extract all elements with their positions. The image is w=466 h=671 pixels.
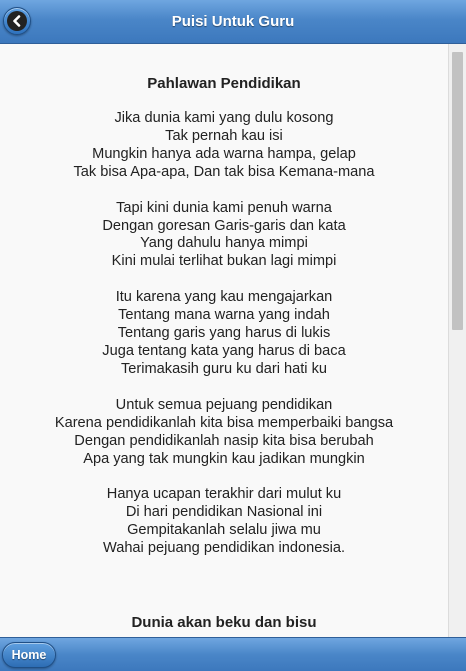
poem-2: Dunia akan beku dan bisu xyxy=(0,614,448,632)
back-button[interactable] xyxy=(3,7,31,35)
poem-line: Karena pendidikanlah kita bisa memperbai… xyxy=(54,414,394,431)
poem-stanza: Jika dunia kami yang dulu kosong Tak per… xyxy=(0,110,448,182)
vertical-scrollbar[interactable] xyxy=(448,44,466,637)
poem-line: Untuk semua pejuang pendidikan xyxy=(115,396,333,413)
content-area[interactable]: Pahlawan Pendidikan Jika dunia kami yang… xyxy=(0,44,448,637)
poem-line: Jika dunia kami yang dulu kosong xyxy=(114,110,334,126)
home-button[interactable]: Home xyxy=(2,642,56,668)
footer-bar: Home xyxy=(0,637,466,671)
app-window: Puisi Untuk Guru Pahlawan Pendidikan Jik… xyxy=(0,0,466,671)
page-title: Puisi Untuk Guru xyxy=(171,13,295,30)
poem-line: Dengan pendidikanlah nasip kita bisa ber… xyxy=(74,432,374,449)
scrollbar-thumb[interactable] xyxy=(452,52,463,330)
poem-line: Tak bisa Apa-apa, Dan tak bisa Kemana-ma… xyxy=(73,163,375,180)
poem-line: Apa yang tak mungkin kau jadikan mungkin xyxy=(83,450,365,467)
chevron-left-icon xyxy=(7,11,27,31)
poem-line: Wahai pejuang pendidikan indonesia. xyxy=(102,540,346,557)
poem-line: Tentang garis yang harus di lukis xyxy=(117,325,331,342)
poem-line: Terimakasih guru ku dari hati ku xyxy=(120,360,328,377)
poem-line: Juga tentang kata yang harus di baca xyxy=(102,342,346,359)
poem-line: Tentang mana warna yang indah xyxy=(118,307,330,324)
poem-stanza: Tapi kini dunia kami penuh warna Dengan … xyxy=(0,200,448,272)
poem-line: Di hari pendidikan Nasional ini xyxy=(125,504,323,521)
poem-line: Yang dahulu hanya mimpi xyxy=(140,235,308,252)
poem-line: Kini mulai terlihat bukan lagi mimpi xyxy=(111,253,337,270)
poem-line: Tak pernah kau isi xyxy=(165,127,283,144)
poem-line: Tapi kini dunia kami penuh warna xyxy=(116,199,332,216)
poem-title: Dunia akan beku dan bisu xyxy=(131,614,317,631)
header-bar: Puisi Untuk Guru xyxy=(0,0,466,44)
poem-title: Pahlawan Pendidikan xyxy=(147,75,301,92)
poem-line: Gempitakanlah selalu jiwa mu xyxy=(127,522,321,539)
poem-line: Hanya ucapan terakhir dari mulut ku xyxy=(106,486,342,503)
poem-line: Mungkin hanya ada warna hampa, gelap xyxy=(92,145,356,162)
poem-stanza: Untuk semua pejuang pendidikan Karena pe… xyxy=(0,397,448,469)
poem-stanza: Hanya ucapan terakhir dari mulut ku Di h… xyxy=(0,486,448,558)
poem-stanza: Itu karena yang kau mengajarkan Tentang … xyxy=(0,289,448,379)
poem-line: Itu karena yang kau mengajarkan xyxy=(115,289,333,306)
poem-line: Dengan goresan Garis-garis dan kata xyxy=(102,217,346,234)
poem-1: Pahlawan Pendidikan Jika dunia kami yang… xyxy=(0,75,448,558)
